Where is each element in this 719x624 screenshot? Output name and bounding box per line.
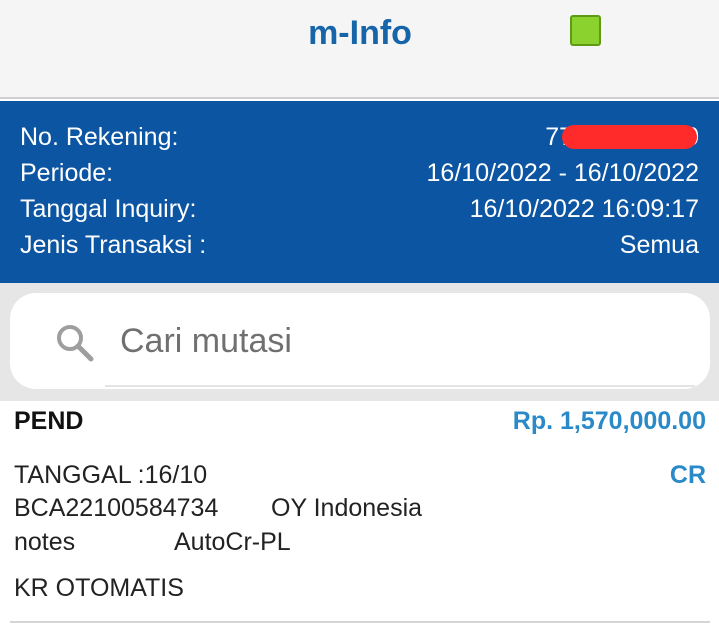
tanggal-inquiry-row: Tanggal Inquiry: 16/10/2022 16:09:17 xyxy=(0,195,719,231)
search-area xyxy=(0,283,719,401)
app-header: m-Info xyxy=(0,0,719,99)
search-icon[interactable] xyxy=(55,323,95,363)
rekening-row: No. Rekening: 770 xyxy=(0,123,719,159)
status-indicator xyxy=(570,15,601,46)
redaction-mark xyxy=(562,125,697,149)
transaction-type: CR xyxy=(669,461,706,489)
jenis-transaksi-value: Semua xyxy=(619,231,699,259)
transaction-notes-line: notes AutoCr-PL xyxy=(14,528,291,557)
transaction-counterparty: OY Indonesia xyxy=(271,494,423,522)
transaction-item[interactable]: PEND Rp. 1,570,000.00 CR TANGGAL :16/10 … xyxy=(0,401,719,624)
transaction-date: TANGGAL :16/10 xyxy=(14,461,208,489)
page-title: m-Info xyxy=(308,14,412,52)
tanggal-inquiry-label: Tanggal Inquiry: xyxy=(20,195,197,223)
periode-value: 16/10/2022 - 16/10/2022 xyxy=(426,159,699,187)
transaction-ref-line: BCA22100584734 OY Indonesia xyxy=(14,494,422,523)
transaction-description: KR OTOMATIS xyxy=(14,574,184,602)
transaction-amount: Rp. 1,570,000.00 xyxy=(512,407,706,435)
transaction-notes-label: notes xyxy=(14,528,76,556)
search-input[interactable] xyxy=(120,317,680,365)
transaction-status: PEND xyxy=(14,407,84,435)
periode-label: Periode: xyxy=(20,159,114,187)
search-box[interactable] xyxy=(10,293,710,389)
list-divider xyxy=(10,621,710,623)
jenis-transaksi-row: Jenis Transaksi : Semua xyxy=(0,231,719,267)
periode-row: Periode: 16/10/2022 - 16/10/2022 xyxy=(0,159,719,195)
tanggal-inquiry-value: 16/10/2022 16:09:17 xyxy=(469,195,699,223)
search-underline xyxy=(105,385,695,387)
rekening-label: No. Rekening: xyxy=(20,123,179,151)
account-info-panel: No. Rekening: 770 Periode: 16/10/2022 - … xyxy=(0,101,719,283)
transaction-ref: BCA22100584734 xyxy=(14,494,219,522)
transaction-notes-value: AutoCr-PL xyxy=(174,528,291,556)
jenis-transaksi-label: Jenis Transaksi : xyxy=(20,231,207,259)
